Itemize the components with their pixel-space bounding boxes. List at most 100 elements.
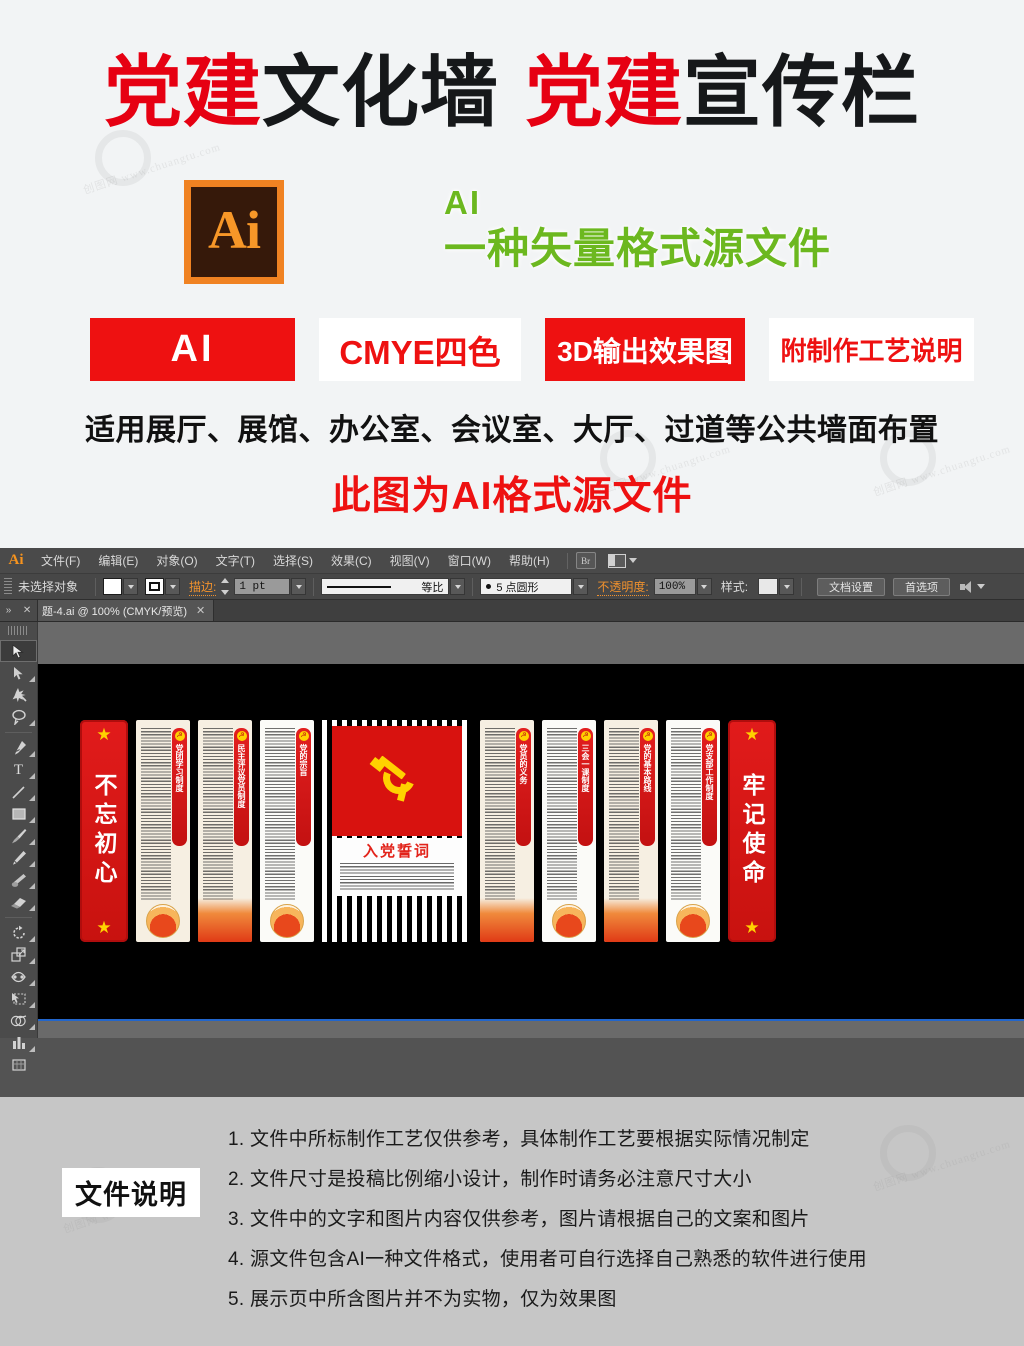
panel-1-footer-art xyxy=(136,898,190,942)
eraser-tool[interactable] xyxy=(0,891,37,913)
brush-dropdown[interactable] xyxy=(573,578,589,595)
line-icon xyxy=(12,785,25,799)
document-tab[interactable]: 题-4.ai @ 100% (CMYK/预览) ✕ xyxy=(38,600,215,621)
document-setup-button[interactable]: 文档设置 xyxy=(817,577,886,596)
hammer-sickle-icon xyxy=(369,755,425,804)
stroke-color-swatch[interactable] xyxy=(145,578,165,595)
tool-expand-triangle xyxy=(29,676,35,682)
line-segment-tool[interactable] xyxy=(0,781,37,803)
artboard-canvas[interactable]: ★ 不忘初心 ★ ☭ 党团学习制度 ☭ 民主评议党员制度 ☭ 党的宗旨 入党誓词… xyxy=(38,664,1024,1021)
scale-tool[interactable] xyxy=(0,944,37,966)
preferences-button[interactable]: 首选项 xyxy=(893,577,951,596)
align-to-pixel-button[interactable] xyxy=(960,580,986,593)
workspace: T ★ 不忘初心 ★ ☭ 党团学习制度 ☭ 民主评议党员制度 ☭ 党的宗旨 入党… xyxy=(0,622,1024,1071)
stroke-dropdown[interactable] xyxy=(165,578,181,595)
bridge-icon[interactable]: Br xyxy=(575,552,596,569)
panel-7-tag: ☭ 党支部工作制度 xyxy=(702,728,717,846)
oath-body-text xyxy=(340,863,454,891)
blob-brush-tool[interactable] xyxy=(0,869,37,891)
panel-3-footer-art xyxy=(260,898,314,942)
artboard-tool[interactable] xyxy=(0,1054,37,1076)
direct-selection-arrow-icon xyxy=(14,667,23,680)
fill-dropdown[interactable] xyxy=(123,578,139,595)
selection-arrow-icon xyxy=(12,643,24,659)
tool-expand-triangle xyxy=(29,905,35,911)
direct-selection-tool[interactable] xyxy=(0,662,37,684)
lion-circle-icon xyxy=(552,904,586,938)
shape-builder-tool[interactable] xyxy=(0,1010,37,1032)
width-tool[interactable] xyxy=(0,966,37,988)
panel-5-tag: ☭ 三会一课制度 xyxy=(578,728,593,846)
banner-right: ★ 牢记使命 ★ xyxy=(728,720,776,942)
tool-expand-triangle xyxy=(29,1002,35,1008)
menu-view[interactable]: 视图(V) xyxy=(381,548,439,574)
menu-window[interactable]: 窗口(W) xyxy=(439,548,500,574)
canvas-area[interactable]: ★ 不忘初心 ★ ☭ 党团学习制度 ☭ 民主评议党员制度 ☭ 党的宗旨 入党誓词… xyxy=(38,622,1024,1038)
divider xyxy=(472,577,474,596)
note-item: 5. 展示页中所含图片并不为实物，仅为效果图 xyxy=(228,1289,617,1310)
scale-icon xyxy=(10,947,26,962)
opacity-input[interactable]: 100% xyxy=(653,578,696,595)
free-transform-tool[interactable] xyxy=(0,988,37,1010)
graphic-style-swatch[interactable] xyxy=(758,578,779,595)
toolbox-grip[interactable] xyxy=(8,626,29,635)
fill-color-swatch[interactable] xyxy=(103,578,123,595)
lasso-tool[interactable] xyxy=(0,706,37,728)
format-callout: AI 一种矢量格式源文件 xyxy=(444,185,831,275)
brush-definition[interactable]: 5 点圆形 xyxy=(480,578,573,595)
brush-label: 5 点圆形 xyxy=(496,581,539,594)
paintbrush-tool[interactable] xyxy=(0,825,37,847)
chevron-down-icon xyxy=(977,584,986,589)
stroke-weight-input[interactable]: 1 pt xyxy=(234,578,291,595)
oath-title: 入党誓词 xyxy=(362,843,431,860)
panel-collapse-controls[interactable]: » ✕ xyxy=(0,600,38,621)
pencil-tool[interactable] xyxy=(0,847,37,869)
format-callout-desc: 一种矢量格式源文件 xyxy=(444,225,832,272)
chevron-down-icon xyxy=(577,584,584,589)
file-description-label: 文件说明 xyxy=(62,1168,200,1217)
menu-effect[interactable]: 效果(C) xyxy=(322,548,381,574)
stroke-weight-stepper[interactable] xyxy=(221,578,232,595)
type-tool[interactable]: T xyxy=(0,759,37,781)
menu-select[interactable]: 选择(S) xyxy=(264,548,322,574)
column-graph-tool[interactable] xyxy=(0,1032,37,1054)
pen-tool[interactable] xyxy=(0,737,37,759)
panel-4-footer-art xyxy=(480,898,534,942)
magic-wand-tool[interactable] xyxy=(0,684,37,706)
menu-help[interactable]: 帮助(H) xyxy=(500,548,559,574)
variable-width-profile[interactable]: 等比 xyxy=(321,578,450,595)
party-emblem-icon: ☭ xyxy=(704,731,715,741)
pencil-icon xyxy=(12,851,26,865)
panel-4-title: 党员的义务 xyxy=(519,744,528,784)
note-item: 4. 源文件包含AI一种文件格式，使用者可自行选择自己熟悉的软件进行使用 xyxy=(228,1249,867,1270)
style-dropdown[interactable] xyxy=(779,578,795,595)
title-part-1: 党建 xyxy=(103,48,262,136)
menu-type[interactable]: 文字(T) xyxy=(207,548,264,574)
rectangle-tool[interactable] xyxy=(0,803,37,825)
profile-dropdown[interactable] xyxy=(450,578,466,595)
selection-tool[interactable] xyxy=(0,640,37,662)
panel-body-text xyxy=(265,728,295,900)
profile-preview-line xyxy=(327,585,392,588)
control-bar-grip[interactable] xyxy=(4,577,12,596)
panel-2-footer-art xyxy=(198,898,252,942)
badge-process-notes: 附制作工艺说明 xyxy=(769,318,974,381)
rotate-tool[interactable] xyxy=(0,922,37,944)
panel-6: ☭ 党的基本路线 xyxy=(604,720,658,942)
arrange-documents-button[interactable] xyxy=(607,553,637,568)
brush-preview-dot xyxy=(486,584,492,589)
stroke-label[interactable]: 描边: xyxy=(189,578,217,596)
menu-object[interactable]: 对象(O) xyxy=(147,548,206,574)
tool-expand-triangle xyxy=(29,817,35,823)
stroke-weight-dropdown[interactable] xyxy=(291,578,307,595)
menu-edit[interactable]: 编辑(E) xyxy=(89,548,147,574)
close-icon[interactable]: ✕ xyxy=(196,604,205,617)
panel-6-title: 党的基本路线 xyxy=(643,744,652,792)
panel-5-footer-art xyxy=(542,898,596,942)
opacity-label[interactable]: 不透明度: xyxy=(597,578,649,596)
menu-file[interactable]: 文件(F) xyxy=(32,548,89,574)
magic-wand-icon xyxy=(12,688,27,702)
panel-body-text xyxy=(671,728,701,900)
tool-expand-triangle xyxy=(29,773,35,779)
opacity-dropdown[interactable] xyxy=(696,578,712,595)
